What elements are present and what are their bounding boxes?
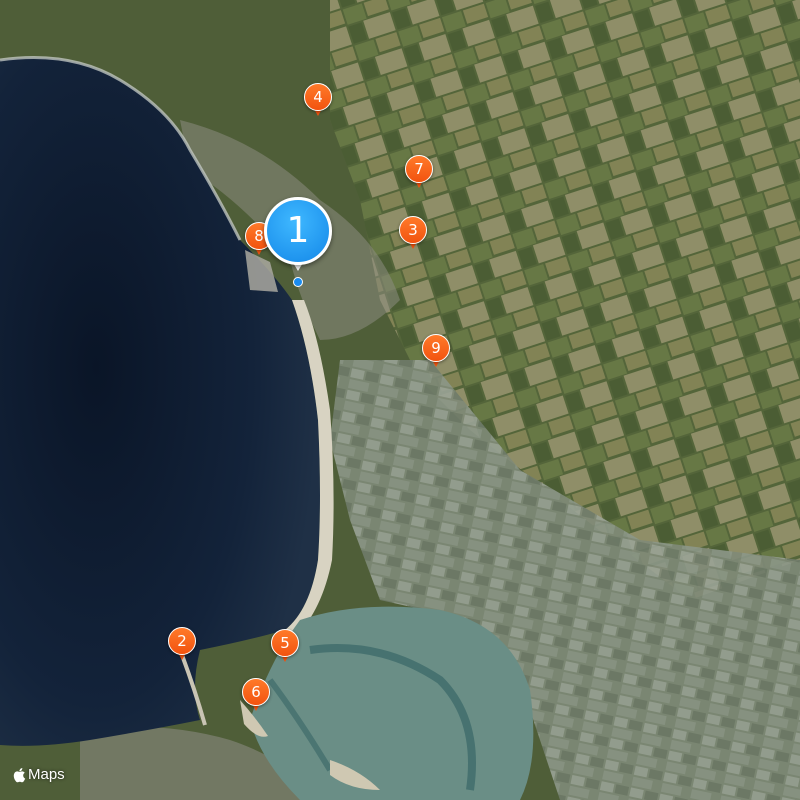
- pin-label: 7: [414, 160, 424, 178]
- map-pin-4[interactable]: 4: [302, 81, 334, 121]
- pin-label: 5: [280, 634, 290, 652]
- map-pin-5[interactable]: 5: [269, 627, 301, 667]
- location-dot: [293, 277, 303, 287]
- map-pin-6[interactable]: 6: [240, 676, 272, 716]
- maps-attribution[interactable]: Maps: [12, 766, 65, 783]
- satellite-imagery: [0, 0, 800, 800]
- pin-label: 1: [286, 210, 310, 251]
- pin-label: 4: [313, 88, 323, 106]
- maps-label: Maps: [28, 766, 65, 783]
- pin-label: 9: [431, 339, 441, 357]
- map-pin-1-selected[interactable]: 1: [262, 195, 334, 287]
- satellite-map[interactable]: 4 7 3 8 9 2 5 6 1 Maps: [0, 0, 800, 800]
- map-pin-2[interactable]: 2: [166, 625, 198, 665]
- map-pin-3[interactable]: 3: [397, 214, 429, 254]
- pin-label: 3: [408, 221, 418, 239]
- pin-label: 2: [177, 632, 187, 650]
- apple-logo-icon: [13, 767, 26, 782]
- map-pin-9[interactable]: 9: [420, 332, 452, 372]
- map-pin-7[interactable]: 7: [403, 153, 435, 193]
- pin-label: 6: [251, 683, 261, 701]
